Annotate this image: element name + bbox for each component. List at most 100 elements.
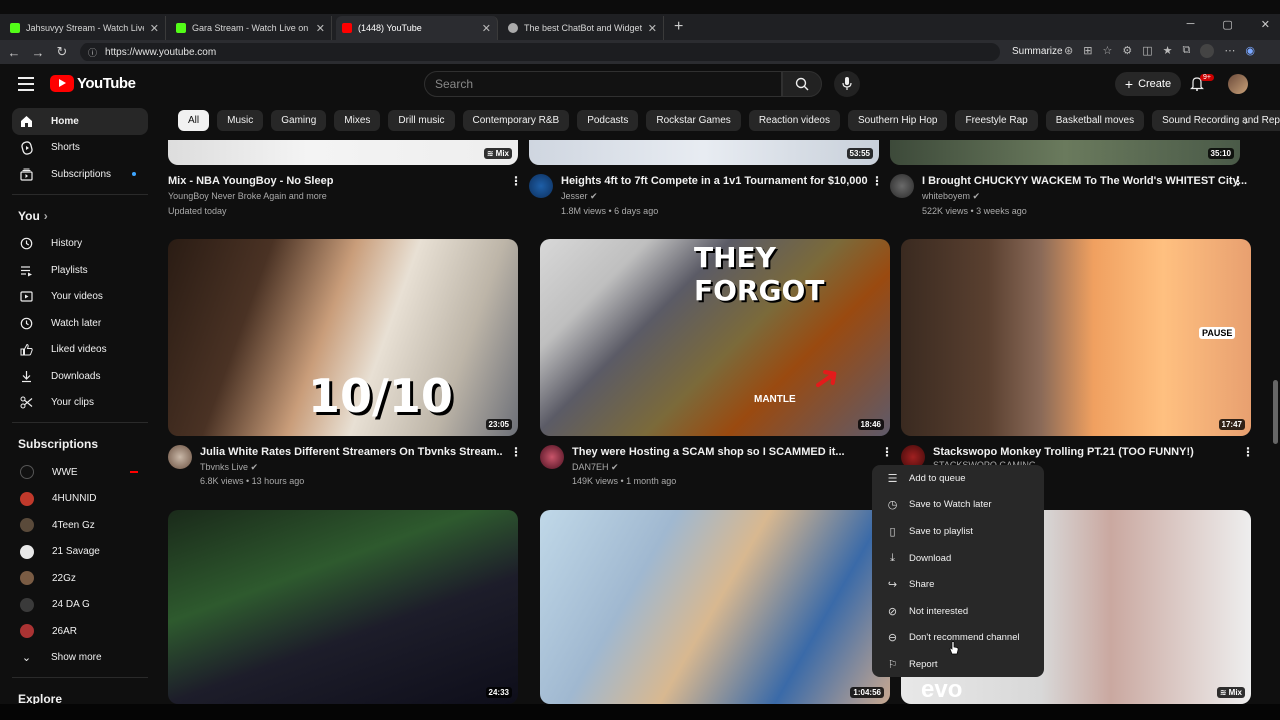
more-actions-icon[interactable]: ⋮: [881, 445, 893, 459]
new-tab-icon[interactable]: +: [674, 18, 683, 36]
sidebar-sub-channel[interactable]: 4HUNNID: [0, 486, 160, 513]
browser-tab[interactable]: Gara Stream - Watch Live on Kick ✕: [170, 16, 332, 40]
channel-avatar[interactable]: [168, 445, 192, 469]
close-tab-icon[interactable]: ✕: [316, 22, 325, 35]
chevron-right-icon[interactable]: ›: [1236, 110, 1256, 131]
video-thumbnail[interactable]: PAUSE 17:47: [901, 239, 1251, 436]
search-button[interactable]: [782, 71, 822, 97]
collections-icon[interactable]: ⧉: [1182, 44, 1190, 58]
chip[interactable]: Contemporary R&B: [462, 110, 570, 131]
sidebar-item-watch-later[interactable]: Watch later: [0, 310, 160, 337]
back-icon[interactable]: ←: [2, 45, 26, 60]
chip[interactable]: Reaction videos: [748, 110, 840, 131]
browser-tab[interactable]: The best ChatBot and Widgets fo ✕: [502, 16, 664, 40]
close-tab-icon[interactable]: ✕: [648, 22, 657, 35]
video-title[interactable]: Heights 4ft to 7ft Compete in a 1v1 Tour…: [561, 175, 868, 187]
chip[interactable]: Gaming: [271, 110, 327, 131]
chip[interactable]: Basketball moves: [1045, 110, 1145, 131]
sidebar-item-subscriptions[interactable]: Subscriptions: [0, 161, 160, 188]
youtube-logo[interactable]: YouTube: [50, 75, 136, 92]
video-title[interactable]: I Brought CHUCKYY WACKEM To The World's …: [922, 175, 1247, 187]
video-title[interactable]: Mix - NBA YoungBoy - No Sleep: [168, 175, 333, 187]
split-screen-icon[interactable]: ◫: [1142, 44, 1152, 58]
channel-name[interactable]: YoungBoy Never Broke Again and more: [168, 191, 327, 201]
forward-icon[interactable]: →: [26, 45, 50, 60]
favorite-star-icon[interactable]: ☆: [1102, 44, 1112, 58]
video-thumbnail[interactable]: THEY FORGOT MANTLE ➜ 18:46: [540, 239, 890, 436]
refresh-icon[interactable]: ↻: [50, 44, 74, 60]
browser-tab-active[interactable]: (1448) YouTube ✕: [336, 16, 498, 40]
video-thumbnail[interactable]: 35:10: [890, 140, 1240, 165]
sidebar-item-home[interactable]: Home: [12, 108, 148, 135]
profile-avatar[interactable]: [1200, 44, 1215, 58]
chip-all[interactable]: All: [178, 110, 210, 131]
close-tab-icon[interactable]: ✕: [150, 22, 159, 35]
more-actions-icon[interactable]: ⋮: [510, 174, 522, 188]
site-info-icon[interactable]: ⓘ: [88, 46, 97, 59]
favorites-icon[interactable]: ★: [1163, 44, 1173, 58]
sidebar-item-your-videos[interactable]: Your videos: [0, 284, 160, 311]
more-actions-icon[interactable]: ⋮: [871, 174, 883, 188]
chip[interactable]: Drill music: [388, 110, 455, 131]
copilot-icon[interactable]: ◉: [1245, 44, 1255, 58]
channel-name[interactable]: Tbvnks Live ✔: [200, 462, 258, 473]
video-thumbnail[interactable]: ≋ Mix: [168, 140, 518, 165]
sidebar-item-liked-videos[interactable]: Liked videos: [0, 337, 160, 364]
sidebar-item-history[interactable]: History: [0, 231, 160, 258]
channel-name[interactable]: whiteboyem ✔: [922, 191, 980, 202]
more-actions-icon[interactable]: ⋮: [1242, 445, 1254, 459]
channel-avatar[interactable]: [540, 445, 564, 469]
summarize-ext-icon[interactable]: ⊛: [1064, 44, 1073, 58]
menu-item-share[interactable]: ↪ Share: [872, 571, 1044, 598]
chip[interactable]: Sound Recording and Reproduction: [1152, 110, 1280, 131]
read-mode-icon[interactable]: ⊞: [1083, 44, 1092, 58]
menu-item-report[interactable]: ⚐ Report: [872, 651, 1044, 678]
sidebar-sub-channel[interactable]: 24 DA G: [0, 592, 160, 619]
menu-item-save-to-playlist[interactable]: ▯ Save to playlist: [872, 518, 1044, 545]
video-title[interactable]: Julia White Rates Different Streamers On…: [200, 446, 503, 458]
chip[interactable]: Rockstar Games: [646, 110, 741, 131]
channel-avatar[interactable]: [890, 174, 914, 198]
sidebar-item-playlists[interactable]: Playlists: [0, 257, 160, 284]
channel-name[interactable]: Jesser ✔: [561, 191, 598, 202]
search-input[interactable]: [435, 77, 781, 91]
menu-item-save-watch-later[interactable]: ◷ Save to Watch later: [872, 492, 1044, 519]
sidebar-sub-channel[interactable]: 4Teen Gz: [0, 512, 160, 539]
chip[interactable]: Southern Hip Hop: [847, 110, 948, 131]
minimize-icon[interactable]: ─: [1187, 18, 1195, 31]
chip[interactable]: Mixes: [334, 110, 381, 131]
extensions-icon[interactable]: ⚙: [1122, 44, 1132, 58]
menu-item-not-interested[interactable]: ⊘ Not interested: [872, 598, 1044, 625]
chip[interactable]: Freestyle Rap: [955, 110, 1038, 131]
channel-name[interactable]: DAN7EH ✔: [572, 462, 619, 473]
sidebar-sub-channel[interactable]: 21 Savage: [0, 539, 160, 566]
sidebar-item-downloads[interactable]: Downloads: [0, 363, 160, 390]
browser-tab[interactable]: Jahsuvyy Stream - Watch Live on ✕: [4, 16, 166, 40]
url-input[interactable]: ⓘ https://www.youtube.com: [80, 43, 1000, 61]
video-title[interactable]: They were Hosting a SCAM shop so I SCAMM…: [572, 446, 845, 458]
sidebar-you-heading[interactable]: You ›: [0, 201, 160, 231]
menu-hamburger-icon[interactable]: [18, 77, 34, 95]
more-actions-icon[interactable]: ⋮: [1232, 174, 1244, 188]
maximize-icon[interactable]: ▢: [1222, 18, 1232, 31]
video-thumbnail[interactable]: 53:55: [529, 140, 879, 165]
sidebar-sub-channel[interactable]: 22Gz: [0, 565, 160, 592]
video-thumbnail[interactable]: 10/10 23:05: [168, 239, 518, 436]
voice-search-button[interactable]: [834, 71, 860, 97]
close-window-icon[interactable]: ✕: [1261, 18, 1270, 31]
sidebar-item-your-clips[interactable]: Your clips: [0, 390, 160, 417]
menu-item-download[interactable]: ⤓ Download: [872, 545, 1044, 572]
account-avatar[interactable]: [1228, 74, 1248, 94]
more-actions-icon[interactable]: ⋮: [510, 445, 522, 459]
chip[interactable]: Podcasts: [577, 110, 639, 131]
page-scrollbar[interactable]: [1273, 380, 1278, 444]
video-thumbnail[interactable]: 1:04:56: [540, 510, 890, 704]
chip[interactable]: Music: [217, 110, 264, 131]
menu-item-add-to-queue[interactable]: ☰ Add to queue: [872, 465, 1044, 492]
sidebar-item-shorts[interactable]: Shorts: [0, 135, 160, 162]
video-title[interactable]: Stackswopo Monkey Trolling PT.21 (TOO FU…: [933, 446, 1194, 458]
summarize-button[interactable]: Summarize: [1012, 46, 1063, 57]
close-tab-icon[interactable]: ✕: [482, 22, 491, 35]
create-button[interactable]: + Create: [1115, 72, 1181, 96]
video-thumbnail[interactable]: 24:33: [168, 510, 518, 704]
